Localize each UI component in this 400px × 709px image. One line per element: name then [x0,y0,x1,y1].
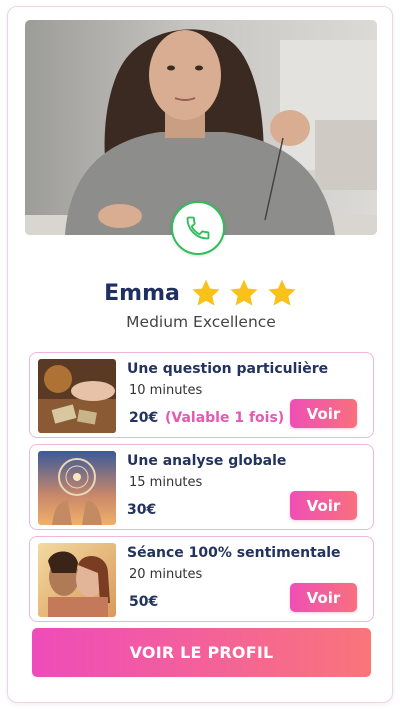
voir-button[interactable]: Voir [290,583,357,612]
star-icon [268,279,296,306]
offer-validity-note: (Valable 1 fois) [165,410,285,426]
offer-title: Une question particulière [127,361,329,377]
advisor-title: Medium Excellence [126,313,276,331]
offer-duration: 20 minutes [129,567,203,582]
offer-card[interactable]: Une analyse globale 15 minutes 30€ Voir [29,444,374,530]
advisor-card: Emma Medium Excellence Une question part… [7,6,393,703]
offer-title: Séance 100% sentimentale [127,545,341,561]
advisor-name: Emma [104,280,180,306]
offer-duration: 15 minutes [129,475,203,490]
voir-button[interactable]: Voir [290,491,357,520]
tarot-hand-image [38,359,116,433]
zodiac-hands-image [38,451,116,525]
offer-title: Une analyse globale [127,453,287,469]
offer-card[interactable]: Séance 100% sentimentale 20 minutes 50€ … [29,536,374,622]
call-button[interactable] [171,201,225,255]
offer-duration: 10 minutes [129,383,203,398]
advisor-header: Emma [8,277,394,309]
couple-image [38,543,116,617]
view-profile-button[interactable]: VOIR LE PROFIL [32,628,371,677]
star-icon [192,279,220,306]
phone-icon [186,216,210,240]
offer-price: 20€ [129,410,159,426]
offer-price: 50€ [129,594,159,610]
offer-price: 30€ [127,502,157,518]
offer-card[interactable]: Une question particulière 10 minutes 20€… [29,352,374,438]
star-icon [230,279,258,306]
voir-button[interactable]: Voir [290,399,357,428]
